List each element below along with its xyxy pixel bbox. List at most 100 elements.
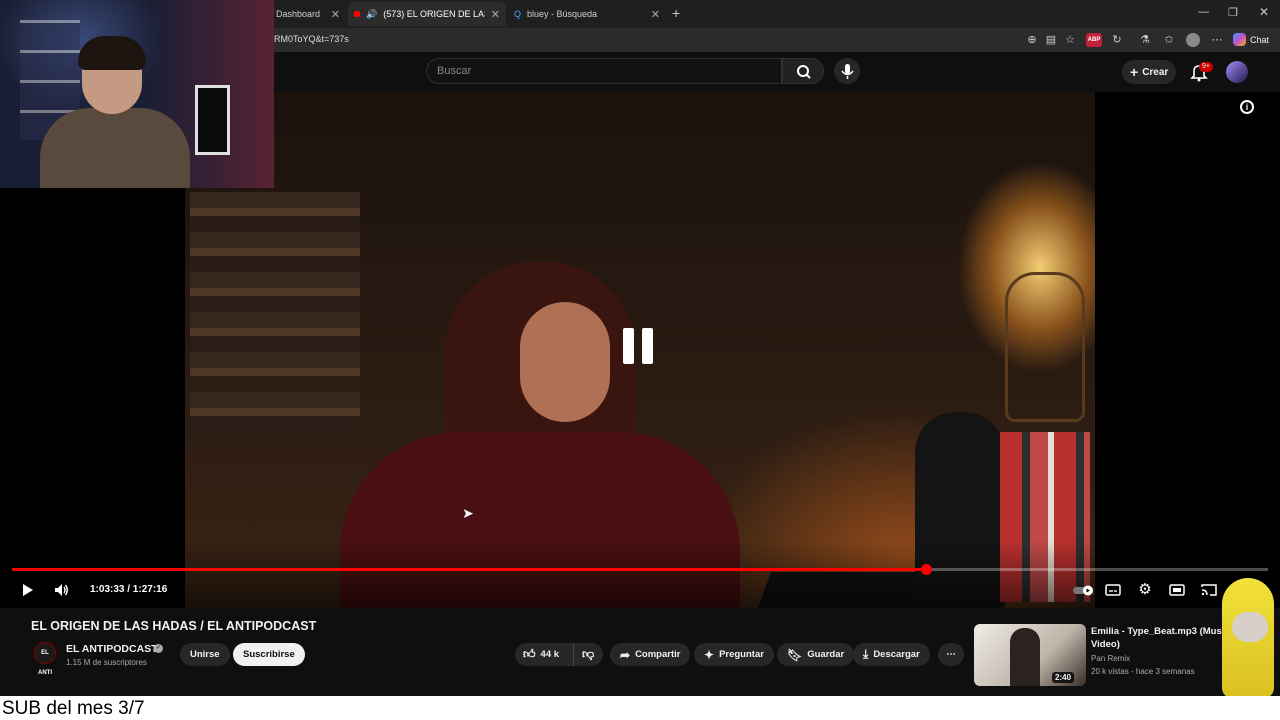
user-avatar[interactable] bbox=[1226, 61, 1248, 83]
extension-icon[interactable]: ⚗ bbox=[1138, 33, 1152, 47]
more-icon[interactable]: ⋯ bbox=[1210, 33, 1224, 47]
more-actions-button[interactable]: ⋯ bbox=[938, 643, 964, 666]
share-label: Compartir bbox=[635, 649, 681, 660]
video-title: EL ORIGEN DE LAS HADAS / EL ANTIPODCAST bbox=[31, 619, 317, 633]
more-horizontal-icon: ⋯ bbox=[946, 649, 956, 660]
time-display: 1:03:33 / 1:27:16 bbox=[90, 584, 168, 595]
mouse-cursor-icon: ➤ bbox=[462, 505, 474, 521]
download-label: Descargar bbox=[873, 649, 920, 660]
dislike-button[interactable]: 👎︎ bbox=[573, 643, 603, 666]
tab-search[interactable]: Q bluey - Búsqueda ✕ bbox=[508, 2, 666, 26]
stream-caption: SUB del mes 3/7 bbox=[2, 698, 145, 719]
gear-icon: ⚙ bbox=[1138, 581, 1152, 598]
plus-icon: + bbox=[1130, 64, 1139, 80]
restore-icon[interactable]: ❐ bbox=[1228, 6, 1238, 19]
url-text[interactable]: RM0ToYQ&t=737s bbox=[274, 34, 349, 44]
banana-cat-face bbox=[1232, 612, 1268, 642]
channel-avatar[interactable]: EL ANTI bbox=[34, 642, 56, 676]
webcam-doorway bbox=[195, 85, 230, 155]
recommended-meta: 20 k vistas - hace 3 semanas bbox=[1091, 667, 1195, 676]
cast-icon bbox=[1201, 584, 1217, 596]
share-icon: ➦ bbox=[620, 647, 631, 662]
copilot-icon bbox=[1233, 33, 1246, 46]
ask-label: Preguntar bbox=[719, 649, 764, 660]
speaker-face bbox=[520, 302, 610, 422]
sparkle-icon: ✦ bbox=[704, 647, 715, 662]
new-tab-icon[interactable]: + bbox=[672, 5, 680, 21]
cast-button[interactable] bbox=[1201, 582, 1217, 598]
youtube-favicon-icon bbox=[354, 11, 361, 17]
tab-label: Dashboard bbox=[276, 9, 321, 19]
ask-button[interactable]: ✦ Preguntar bbox=[694, 643, 774, 666]
close-icon[interactable]: ✕ bbox=[331, 8, 340, 21]
microphone-icon bbox=[841, 64, 854, 79]
copilot-chat-button[interactable]: Chat bbox=[1233, 33, 1269, 46]
recommended-channel[interactable]: Pan Remix bbox=[1091, 654, 1130, 663]
progress-fill bbox=[12, 568, 926, 571]
profile-icon[interactable] bbox=[1186, 33, 1200, 47]
like-count: 44 k bbox=[540, 649, 560, 660]
reader-icon[interactable]: ▤ bbox=[1044, 33, 1058, 47]
settings-button[interactable]: ⚙ bbox=[1137, 582, 1153, 598]
thumbnail-figure bbox=[1010, 628, 1040, 686]
window-close-icon[interactable]: ✕ bbox=[1259, 5, 1269, 19]
search-favicon-icon: Q bbox=[514, 9, 522, 19]
download-icon: ⤓ bbox=[863, 647, 869, 661]
webcam-person-hair bbox=[78, 36, 146, 70]
bookmark-icon: 🔖︎ bbox=[787, 647, 803, 662]
progress-scrubber[interactable] bbox=[921, 564, 932, 575]
translate-icon[interactable]: ⊕ bbox=[1025, 33, 1039, 47]
speaker-icon[interactable]: 🔊 bbox=[366, 9, 377, 20]
voice-search-button[interactable] bbox=[834, 58, 860, 84]
favorite-star-icon[interactable]: ☆ bbox=[1063, 33, 1077, 47]
pause-indicator-icon[interactable] bbox=[618, 328, 658, 372]
save-button[interactable]: 🔖︎ Guardar bbox=[777, 643, 855, 666]
tab-dashboard[interactable]: Dashboard ✕ bbox=[270, 2, 346, 26]
search-icon bbox=[797, 65, 811, 79]
join-button[interactable]: Unirse bbox=[180, 643, 230, 666]
minimize-icon[interactable]: — bbox=[1198, 6, 1209, 18]
subscribe-button[interactable]: Suscribirse bbox=[233, 643, 305, 666]
stream-caption-strip bbox=[0, 696, 1280, 720]
desk-lamp bbox=[1005, 272, 1085, 422]
create-label: Crear bbox=[1142, 66, 1169, 78]
close-icon[interactable]: ✕ bbox=[491, 8, 500, 21]
autoplay-toggle-icon bbox=[1073, 585, 1093, 596]
like-button[interactable]: 👍︎ 44 k bbox=[515, 643, 573, 666]
notifications-badge: 9+ bbox=[1199, 62, 1213, 72]
volume-button[interactable] bbox=[53, 582, 69, 598]
thumbs-up-icon: 👍︎ bbox=[523, 647, 536, 661]
subtitles-icon bbox=[1105, 584, 1121, 596]
search-button[interactable] bbox=[782, 58, 824, 84]
verified-icon: ✓ bbox=[154, 644, 163, 653]
volume-icon bbox=[55, 584, 68, 596]
autoplay-toggle[interactable] bbox=[1072, 582, 1096, 598]
play-button[interactable] bbox=[19, 582, 35, 598]
subscriber-count: 1.15 M de suscriptores bbox=[66, 658, 147, 667]
close-icon[interactable]: ✕ bbox=[651, 8, 660, 21]
tab-label: (573) EL ORIGEN DE LAS HADA bbox=[383, 9, 485, 19]
refresh-extension-icon[interactable]: ↻ bbox=[1110, 33, 1124, 47]
info-icon[interactable]: i bbox=[1240, 100, 1254, 114]
play-icon bbox=[23, 584, 33, 596]
share-button[interactable]: ➦ Compartir bbox=[610, 643, 691, 666]
tab-video[interactable]: 🔊 (573) EL ORIGEN DE LAS HADA ✕ bbox=[348, 2, 506, 26]
tab-label: bluey - Búsqueda bbox=[527, 9, 598, 19]
create-button[interactable]: + Crear bbox=[1122, 60, 1177, 84]
search-input[interactable]: Buscar bbox=[426, 58, 782, 84]
subtitles-button[interactable] bbox=[1105, 582, 1121, 598]
adblock-icon[interactable]: ABP bbox=[1086, 33, 1102, 47]
collections-icon[interactable]: ✩ bbox=[1162, 33, 1176, 47]
thumbs-down-icon: 👎︎ bbox=[582, 647, 595, 661]
recommended-duration: 2:40 bbox=[1052, 672, 1075, 683]
download-button[interactable]: ⤓ Descargar bbox=[853, 643, 930, 666]
recommended-title[interactable]: Emilia - Type_Beat.mp3 (Music Video) bbox=[1091, 625, 1231, 651]
theater-mode-button[interactable] bbox=[1169, 582, 1185, 598]
channel-name[interactable]: EL ANTIPODCAST bbox=[66, 643, 158, 655]
bookshelf-left bbox=[190, 192, 360, 432]
streamer-webcam bbox=[0, 0, 274, 188]
save-label: Guardar bbox=[807, 649, 845, 660]
webcam-person-body bbox=[40, 108, 190, 188]
chat-label: Chat bbox=[1250, 34, 1270, 45]
theater-icon bbox=[1169, 584, 1185, 596]
